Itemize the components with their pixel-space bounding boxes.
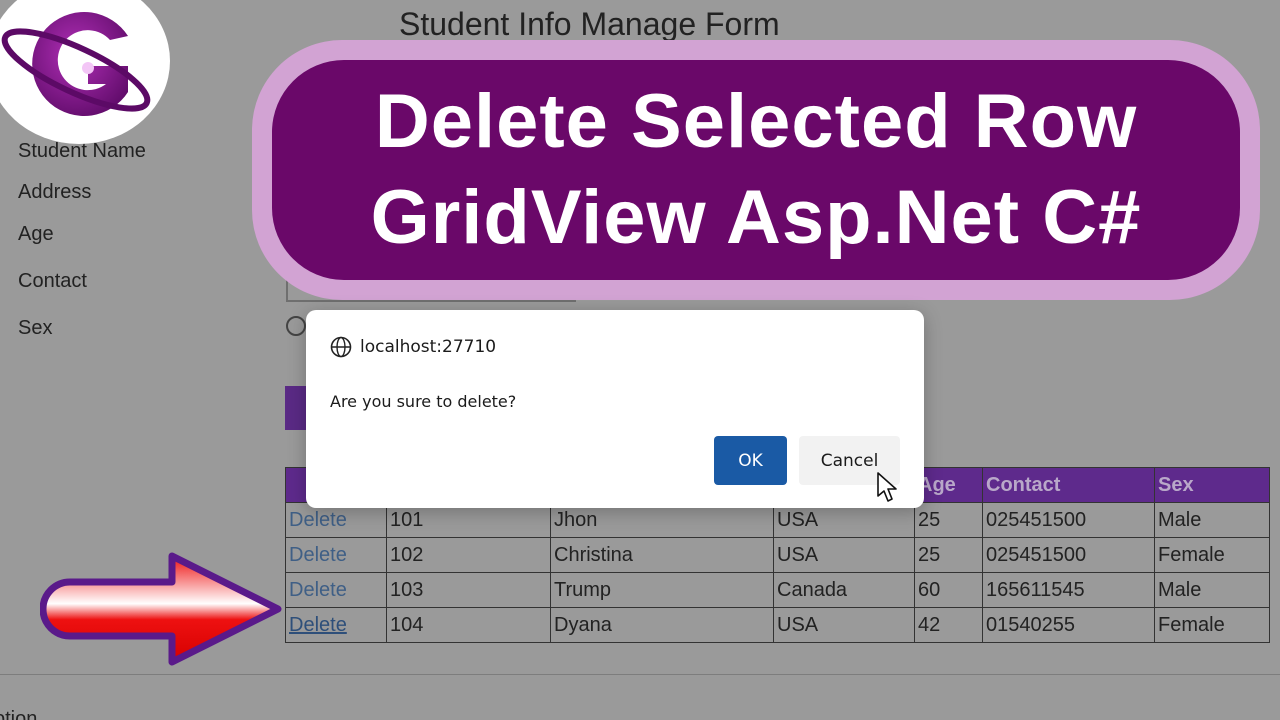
label-contact: Contact <box>18 270 87 292</box>
cell-sex: Female <box>1154 537 1270 573</box>
grid-header-age: Age <box>914 467 983 503</box>
footer-divider <box>0 674 1280 675</box>
dialog-origin-text: localhost:27710 <box>360 337 497 357</box>
logo-g-icon <box>1 12 151 116</box>
dialog-origin: localhost:27710 <box>330 336 496 358</box>
sex-radio-male[interactable] <box>286 316 306 336</box>
page-title: Student Info Manage Form <box>399 6 780 42</box>
cell-sex: Male <box>1154 502 1270 538</box>
banner-line-2: GridView Asp.Net C# <box>370 175 1142 260</box>
cell-age: 25 <box>914 537 983 573</box>
cell-name: Trump <box>550 572 774 608</box>
ok-button[interactable]: OK <box>714 436 787 485</box>
grid-header-contact: Contact <box>982 467 1155 503</box>
delete-link[interactable]: Delete <box>285 572 387 608</box>
label-age: Age <box>18 223 54 245</box>
logo <box>0 0 170 144</box>
cell-id: 104 <box>386 607 551 643</box>
label-sex: Sex <box>18 317 53 339</box>
cell-contact: 01540255 <box>982 607 1155 643</box>
confirm-dialog: localhost:27710 Are you sure to delete? … <box>306 310 924 508</box>
cell-country: Canada <box>773 572 915 608</box>
cell-age: 60 <box>914 572 983 608</box>
globe-icon <box>330 336 352 358</box>
dialog-message: Are you sure to delete? <box>330 392 517 411</box>
table-row: Delete 103 Trump Canada 60 165611545 Mal… <box>285 572 1270 608</box>
footer-text: ption <box>0 708 38 720</box>
table-row: Delete 104 Dyana USA 42 01540255 Female <box>285 607 1270 643</box>
banner-line-1: Delete Selected Row <box>374 79 1138 164</box>
label-address: Address <box>18 181 92 203</box>
cell-contact: 025451500 <box>982 502 1155 538</box>
cell-name: Dyana <box>550 607 774 643</box>
cell-age: 42 <box>914 607 983 643</box>
cell-id: 103 <box>386 572 551 608</box>
title-banner: Delete Selected Row GridView Asp.Net C# <box>252 40 1260 300</box>
cell-country: USA <box>773 607 915 643</box>
cell-contact: 165611545 <box>982 572 1155 608</box>
cell-id: 102 <box>386 537 551 573</box>
cell-sex: Female <box>1154 607 1270 643</box>
title-banner-inner: Delete Selected Row GridView Asp.Net C# <box>272 60 1240 280</box>
grid-header-sex: Sex <box>1154 467 1270 503</box>
cell-sex: Male <box>1154 572 1270 608</box>
delete-link[interactable]: Delete <box>285 607 387 643</box>
delete-link[interactable]: Delete <box>285 537 387 573</box>
table-row: Delete 102 Christina USA 25 025451500 Fe… <box>285 537 1270 573</box>
cell-country: USA <box>773 537 915 573</box>
cell-age: 25 <box>914 502 983 538</box>
cell-contact: 025451500 <box>982 537 1155 573</box>
red-arrow-icon <box>40 552 282 666</box>
mouse-cursor-icon <box>877 472 897 502</box>
cell-name: Christina <box>550 537 774 573</box>
